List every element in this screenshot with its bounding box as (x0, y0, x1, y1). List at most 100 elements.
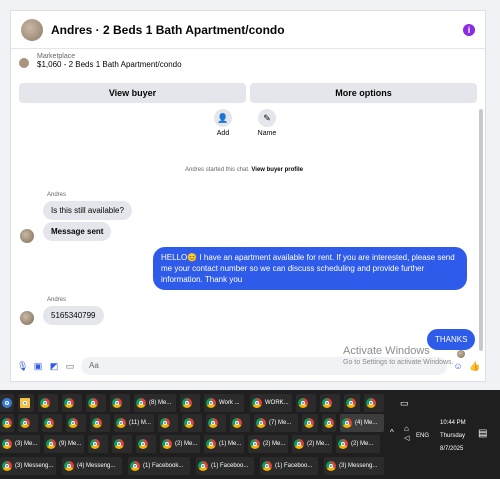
chrome-icon (2, 418, 12, 428)
microphone-icon[interactable]: 🎙 (17, 361, 28, 371)
taskbar-label: (1) Faceboo... (211, 463, 249, 469)
chrome-icon (322, 398, 332, 408)
taskbar-button[interactable] (90, 414, 110, 432)
sender-name: Andres (47, 297, 67, 303)
taskbar-label: (1) Faceboo... (275, 463, 313, 469)
taskbar-button[interactable]: (1) Faceboo... (196, 457, 254, 475)
taskbar-button[interactable] (62, 394, 82, 412)
taskbar-label: (3) Messeng... (339, 463, 378, 469)
image-icon[interactable]: ▣ (33, 361, 43, 371)
chrome-icon (294, 439, 304, 449)
info-icon[interactable]: i (463, 23, 475, 36)
battery-icon[interactable]: ▭ (400, 398, 409, 409)
taskbar-button[interactable] (136, 435, 156, 453)
chrome-icon (184, 418, 194, 428)
outgoing-message[interactable]: HELLO😊 I have an apartment available for… (153, 247, 467, 290)
taskbar-button[interactable] (18, 394, 34, 412)
chrome-icon (206, 398, 216, 408)
taskbar-button[interactable]: Work ... (204, 394, 244, 412)
clock-time[interactable]: 10:44 PM (440, 420, 466, 426)
emoji-icon[interactable]: ☺ (453, 361, 463, 371)
taskbar-button[interactable]: (3) Messeng... (0, 457, 56, 475)
taskbar-button[interactable] (296, 394, 316, 412)
clock-day[interactable]: Thursday (440, 433, 465, 439)
taskbar-button[interactable]: (1) Me... (204, 435, 244, 453)
chrome-icon (64, 398, 74, 408)
taskbar-label: (9) Me... (59, 441, 82, 447)
taskbar-button[interactable] (66, 414, 86, 432)
taskbar-button[interactable] (206, 414, 226, 432)
taskbar-button-active[interactable]: (4) Me... (340, 414, 384, 432)
chrome-icon (88, 398, 98, 408)
taskbar-button[interactable] (364, 394, 384, 412)
taskbar-label: (11) M... (129, 420, 151, 426)
chrome-icon (366, 398, 376, 408)
taskbar-label: (2) Me... (175, 441, 198, 447)
taskbar-button[interactable]: (7) Me... (254, 414, 298, 432)
chrome-icon (90, 439, 100, 449)
marketplace-label: Marketplace (37, 53, 76, 60)
taskbar-button[interactable]: (3) Messeng... (324, 457, 384, 475)
chat-title[interactable]: Andres · 2 Beds 1 Bath Apartment/condo (51, 23, 463, 37)
taskbar-button[interactable] (344, 394, 360, 412)
chrome-icon (116, 418, 126, 428)
taskbar-button[interactable] (0, 394, 14, 412)
chrome-icon (44, 418, 54, 428)
gif-icon[interactable]: ▭ (65, 361, 75, 371)
taskbar-button[interactable]: (1) Facebook... (128, 457, 190, 475)
chrome-icon (232, 418, 242, 428)
taskbar-button[interactable]: (3) Me... (0, 435, 40, 453)
taskbar-button[interactable]: (4) Messeng... (62, 457, 122, 475)
chrome-icon (112, 398, 122, 408)
taskbar-button[interactable] (88, 435, 108, 453)
scrollbar[interactable] (479, 109, 483, 351)
taskbar-button[interactable]: WORK... (250, 394, 292, 412)
taskbar-button[interactable]: (2) Me... (336, 435, 380, 453)
taskbar-label: (3) Messeng... (15, 463, 54, 469)
name-action[interactable]: ✎ Name (255, 109, 279, 137)
taskbar-button[interactable] (0, 414, 14, 432)
chrome-icon (162, 439, 172, 449)
incoming-message[interactable]: Message sent (43, 222, 112, 241)
clock-date[interactable]: 8/7/2025 (440, 446, 463, 452)
volume-icon[interactable]: ◁ (404, 434, 409, 442)
taskbar-button[interactable]: (11) M... (114, 414, 154, 432)
chevron-up-icon[interactable]: ^ (390, 428, 394, 437)
language-indicator[interactable]: ENG (416, 433, 429, 439)
taskbar-button[interactable] (18, 414, 38, 432)
taskbar-button[interactable] (158, 414, 178, 432)
more-options-button[interactable]: More options (250, 83, 477, 103)
taskbar-button[interactable] (112, 435, 132, 453)
taskbar-button[interactable] (42, 414, 62, 432)
taskbar-button[interactable] (180, 394, 200, 412)
taskbar-button[interactable] (302, 414, 318, 432)
incoming-message[interactable]: Is this still available? (43, 201, 132, 220)
chrome-icon (130, 461, 140, 471)
taskbar-button[interactable]: (2) Me... (248, 435, 288, 453)
taskbar-button[interactable] (86, 394, 106, 412)
network-icon[interactable]: ⌂ (404, 424, 409, 433)
taskbar-button[interactable]: (8) Me... (134, 394, 176, 412)
sticker-icon[interactable]: ◩ (49, 361, 59, 371)
taskbar-button[interactable] (38, 394, 58, 412)
like-icon[interactable]: 👍 (469, 361, 480, 371)
taskbar: (8) Me... Work ... WORK... (11) M... (7)… (0, 390, 500, 479)
taskbar-button[interactable]: (1) Faceboo... (260, 457, 318, 475)
notification-icon[interactable]: ▤ (478, 428, 487, 439)
chrome-icon (206, 439, 216, 449)
add-action[interactable]: 👤 Add (211, 109, 235, 137)
taskbar-button[interactable] (230, 414, 250, 432)
view-buyer-profile-link[interactable]: View buyer profile (251, 167, 303, 173)
taskbar-button[interactable]: (2) Me... (292, 435, 332, 453)
taskbar-button[interactable]: (2) Me... (160, 435, 200, 453)
marketplace-listing[interactable]: Marketplace $1,060 - 2 Beds 1 Bath Apart… (11, 49, 485, 79)
taskbar-button[interactable]: (9) Me... (44, 435, 84, 453)
taskbar-button[interactable] (182, 414, 202, 432)
avatar[interactable] (21, 18, 43, 41)
view-buyer-button[interactable]: View buyer (19, 83, 246, 103)
taskbar-button[interactable] (320, 394, 340, 412)
taskbar-button[interactable] (110, 394, 130, 412)
incoming-message[interactable]: 5165340799 (43, 306, 104, 325)
taskbar-button[interactable] (322, 414, 336, 432)
chrome-icon (346, 398, 356, 408)
